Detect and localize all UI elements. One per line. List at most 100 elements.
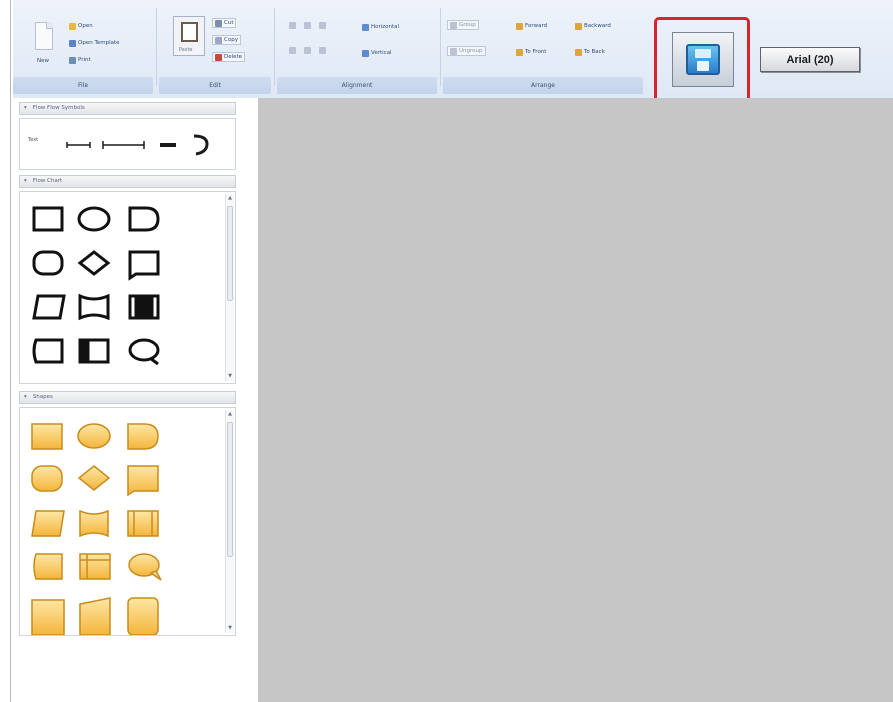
thick-line-icon[interactable] (160, 143, 176, 147)
file-group-label: File (13, 77, 153, 94)
horizontal-button[interactable]: Horizontal (362, 22, 399, 32)
curved-connector-icon[interactable] (193, 134, 209, 156)
ribbon-separator (440, 8, 441, 86)
align-top-icon[interactable] (289, 47, 296, 54)
parallelogram-shape[interactable] (31, 510, 65, 537)
floppy-disk-icon (686, 44, 720, 75)
vertical-distribute-icon (362, 49, 369, 57)
delay-shape[interactable] (128, 206, 160, 232)
collapse-icon[interactable]: ▾ (24, 176, 31, 187)
new-document-icon[interactable] (35, 22, 53, 50)
clipboard-icon (181, 22, 198, 42)
process-shape[interactable] (32, 206, 64, 232)
slant-shape[interactable] (79, 597, 111, 635)
send-to-back-icon (575, 48, 582, 56)
align-middle-icon[interactable] (304, 47, 311, 54)
scroll-up-arrow[interactable]: ▲ (226, 194, 234, 203)
half-round-shape[interactable] (127, 423, 159, 450)
template-icon (69, 39, 76, 47)
ungroup-label: Ungroup (459, 48, 483, 54)
data-shape[interactable] (32, 294, 66, 320)
connector-circle-shape[interactable] (128, 338, 160, 362)
ellipse-shape[interactable] (77, 206, 111, 232)
callout-shape[interactable] (128, 250, 160, 281)
collapse-icon[interactable]: ▾ (24, 392, 31, 403)
to-back-label: To Back (584, 49, 605, 55)
flow-symbols-panel-header[interactable]: ▾ Flow Flow Symbols (19, 102, 236, 115)
terminator-shape[interactable] (32, 250, 64, 276)
diamond-shape[interactable] (77, 465, 111, 491)
banner-shape[interactable] (127, 465, 159, 497)
open-template-button[interactable]: Open Template (69, 38, 120, 48)
scroll-thumb[interactable] (227, 422, 233, 557)
horizontal-label: Horizontal (371, 24, 400, 30)
print-label: Print (78, 57, 91, 63)
text-symbol[interactable]: Text (28, 137, 38, 143)
grid-shape[interactable] (79, 553, 111, 580)
folded-shape[interactable] (31, 599, 65, 635)
rounded-shape[interactable] (31, 465, 63, 492)
align-right-icon[interactable] (319, 22, 326, 29)
flow-chart-panel-header[interactable]: ▾ Flow Chart (19, 175, 236, 188)
vertical-button[interactable]: Vertical (362, 48, 392, 58)
backward-button[interactable]: Backward (575, 21, 611, 31)
to-front-label: To Front (525, 49, 547, 55)
collapse-icon[interactable]: ▾ (24, 103, 31, 114)
decision-shape[interactable] (77, 250, 111, 276)
horizontal-distribute-icon (362, 23, 369, 31)
ungroup-button[interactable]: Ungroup (447, 46, 486, 56)
align-bottom-icon[interactable] (319, 47, 326, 54)
arrow-connector-icon[interactable] (102, 141, 145, 149)
wave-shape[interactable] (79, 509, 109, 538)
card-shape[interactable] (127, 597, 159, 635)
arrange-group-label: Arrange (443, 77, 643, 94)
bubble-tail (149, 570, 162, 581)
folder-open-icon (69, 22, 76, 30)
scissors-icon (215, 19, 222, 27)
open-button[interactable]: Open (69, 21, 93, 31)
paste-button[interactable]: Paste (173, 16, 205, 56)
new-button[interactable]: New (37, 56, 49, 66)
oval-shape[interactable] (77, 423, 111, 449)
paste-label: Paste (179, 47, 193, 53)
delete-icon (215, 53, 222, 61)
rectangle-shape[interactable] (31, 423, 63, 450)
print-button[interactable]: Print (69, 55, 91, 65)
font-button[interactable]: Arial (20) (760, 47, 860, 72)
group-button[interactable]: Group (447, 20, 479, 30)
delete-button[interactable]: Delete (212, 52, 246, 62)
vertical-label: Vertical (371, 50, 392, 56)
align-center-icon[interactable] (304, 22, 311, 29)
edit-group: Paste Cut Copy Delete Edit (159, 4, 271, 94)
group-label: Group (459, 22, 476, 28)
edit-group-label: Edit (159, 77, 271, 94)
ribbon-separator (156, 8, 157, 86)
scroll-up-arrow[interactable]: ▲ (226, 410, 234, 419)
cut-button[interactable]: Cut (212, 18, 237, 28)
shapes-panel-header[interactable]: ▾ Shapes (19, 391, 236, 404)
scroll-down-arrow[interactable]: ▼ (226, 372, 234, 381)
cylinder-shape[interactable] (33, 553, 63, 580)
backward-label: Backward (584, 23, 611, 29)
line-connector-icon[interactable] (66, 142, 91, 148)
to-back-button[interactable]: To Back (575, 47, 605, 57)
scroll-thumb[interactable] (227, 206, 233, 301)
copy-button[interactable]: Copy (212, 35, 241, 45)
flow-chart-scrollbar[interactable]: ▲ ▼ (225, 194, 234, 381)
stored-data-shape[interactable] (32, 338, 64, 364)
document-shape[interactable] (78, 293, 110, 321)
forward-label: Forward (525, 23, 548, 29)
shapes-gallery (31, 423, 162, 635)
open-label: Open (78, 23, 93, 29)
flow-symbols-panel: Text (19, 118, 236, 170)
group-icon (450, 21, 457, 29)
forward-button[interactable]: Forward (516, 21, 547, 31)
send-backward-icon (575, 22, 582, 30)
shapes-scrollbar[interactable]: ▲ ▼ (225, 410, 234, 633)
scroll-down-arrow[interactable]: ▼ (226, 624, 234, 633)
save-button[interactable] (672, 32, 734, 87)
to-front-button[interactable]: To Front (516, 47, 546, 57)
drawing-canvas[interactable] (258, 98, 893, 702)
align-left-icon[interactable] (289, 22, 296, 29)
bars-shape[interactable] (127, 510, 159, 537)
